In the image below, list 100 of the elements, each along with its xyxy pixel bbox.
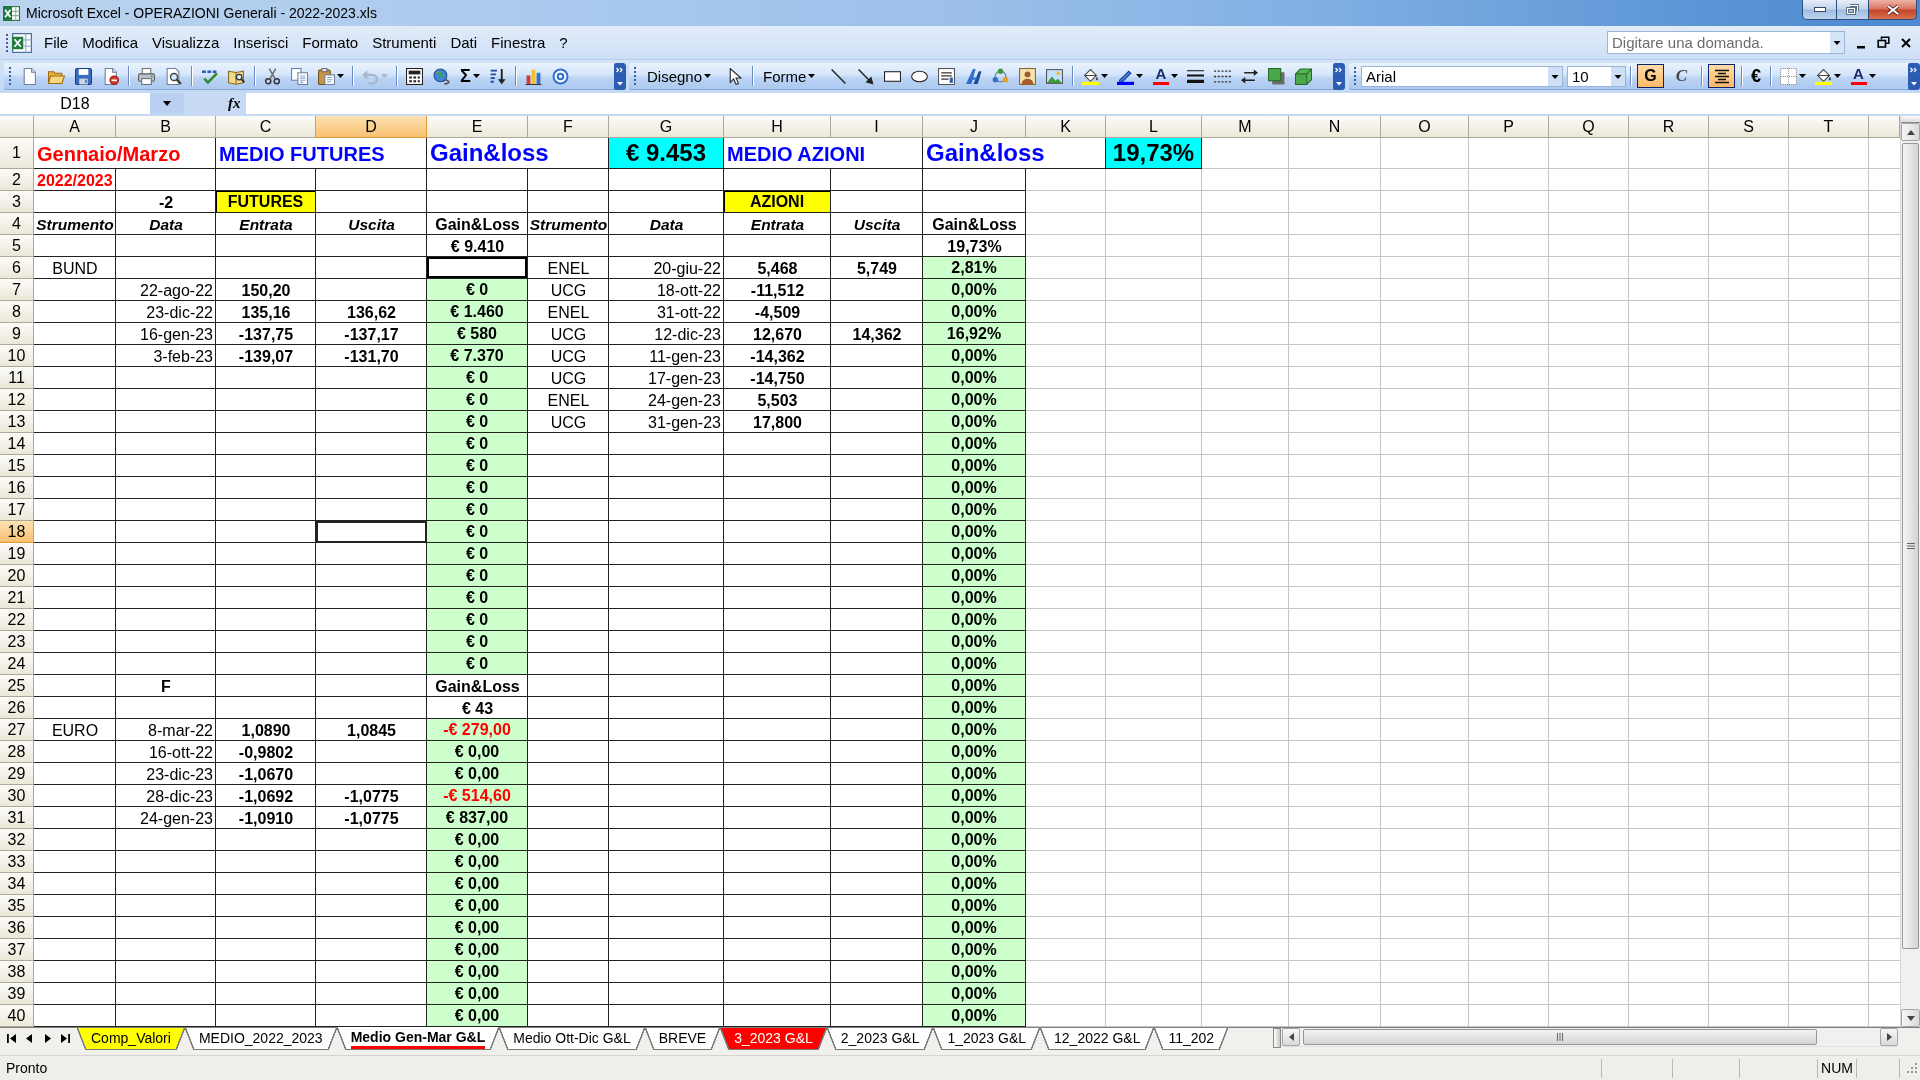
row-header[interactable]: 8 <box>0 301 34 323</box>
calculator-icon[interactable] <box>406 67 423 85</box>
active-cell[interactable] <box>316 521 427 543</box>
scroll-up-button[interactable] <box>1901 123 1920 141</box>
row-header[interactable]: 3 <box>0 191 34 213</box>
drag-handle-icon[interactable] <box>1353 66 1357 86</box>
column-header[interactable]: P <box>1469 116 1549 138</box>
menu-item[interactable]: Finestra <box>485 32 552 53</box>
slanted-strokes-icon[interactable] <box>965 67 983 85</box>
column-header[interactable]: G <box>609 116 724 138</box>
sheet-tab[interactable]: 11_202 <box>1154 1027 1229 1050</box>
row-header[interactable]: 38 <box>0 961 34 983</box>
text-box-icon[interactable] <box>938 67 956 85</box>
row-header[interactable]: 31 <box>0 807 34 829</box>
menu-item[interactable]: Modifica <box>76 32 145 53</box>
next-sheet-icon[interactable] <box>43 1033 52 1043</box>
column-header[interactable]: K <box>1026 116 1106 138</box>
formula-field[interactable] <box>246 93 1920 114</box>
row-header[interactable]: 32 <box>0 829 34 851</box>
row-header[interactable]: 13 <box>0 411 34 433</box>
vertical-scrollbar[interactable] <box>1900 116 1920 1027</box>
chevron-dropdown-icon[interactable] <box>1908 62 1920 90</box>
scroll-right-button[interactable] <box>1880 1028 1898 1046</box>
column-header[interactable]: D <box>316 116 427 138</box>
row-header[interactable]: 16 <box>0 477 34 499</box>
row-header[interactable]: 4 <box>0 213 34 235</box>
menu-item[interactable]: Visualizza <box>146 32 226 53</box>
shadow-square-icon[interactable] <box>1268 67 1286 85</box>
row-header[interactable]: 1 <box>0 138 34 169</box>
column-header[interactable]: N <box>1289 116 1381 138</box>
column-header[interactable]: T <box>1789 116 1869 138</box>
scroll-thumb[interactable] <box>1902 143 1919 949</box>
printer-icon[interactable] <box>138 67 155 85</box>
page-minus-badge-icon[interactable] <box>102 67 119 85</box>
row-header[interactable]: 36 <box>0 917 34 939</box>
first-sheet-icon[interactable] <box>7 1033 16 1043</box>
column-header[interactable]: S <box>1709 116 1789 138</box>
pen-icon[interactable] <box>1117 67 1135 85</box>
restore-button[interactable] <box>1837 0 1869 20</box>
row-header[interactable]: 19 <box>0 543 34 565</box>
cube-icon[interactable] <box>1295 67 1313 85</box>
chevron-dropdown-icon[interactable] <box>1333 62 1345 90</box>
column-header[interactable]: H <box>724 116 831 138</box>
drag-handle-icon[interactable] <box>633 66 637 86</box>
sheet-tab[interactable]: 1_2023 G&L <box>933 1027 1041 1050</box>
center-align-button[interactable] <box>1708 64 1735 88</box>
row-header[interactable]: 5 <box>0 235 34 257</box>
row-header[interactable]: 20 <box>0 565 34 587</box>
sheet-tab[interactable]: Comp_Valori <box>77 1027 185 1050</box>
column-header[interactable]: M <box>1202 116 1289 138</box>
row-header[interactable]: 17 <box>0 499 34 521</box>
close-button[interactable] <box>1869 0 1917 20</box>
row-header[interactable]: 14 <box>0 433 34 455</box>
row-header[interactable]: 28 <box>0 741 34 763</box>
sheet-tab[interactable]: 3_2023 G&L <box>720 1027 827 1050</box>
column-header[interactable]: E <box>427 116 528 138</box>
row-header[interactable]: 2 <box>0 169 34 191</box>
row-header[interactable]: 24 <box>0 653 34 675</box>
caret-icon[interactable] <box>472 74 480 78</box>
row-header[interactable]: 35 <box>0 895 34 917</box>
caret-icon[interactable] <box>1869 74 1876 78</box>
row-header[interactable]: 12 <box>0 389 34 411</box>
row-header[interactable]: 7 <box>0 279 34 301</box>
sheet-tab[interactable]: 12_2022 G&L <box>1040 1027 1155 1050</box>
row-header[interactable]: 23 <box>0 631 34 653</box>
book-magnifier-icon[interactable] <box>228 67 245 85</box>
caret-icon[interactable] <box>1101 74 1109 78</box>
clipboard-icon[interactable] <box>318 67 335 85</box>
sheet-tab[interactable]: MEDIO_2022_2023 <box>184 1027 337 1050</box>
spreadsheet-app-icon[interactable] <box>3 4 20 22</box>
row-header[interactable]: 33 <box>0 851 34 873</box>
row-header[interactable]: 26 <box>0 697 34 719</box>
drag-handle-icon[interactable] <box>5 32 9 53</box>
help-question-field[interactable]: Digitare una domanda. <box>1607 31 1845 54</box>
globe-icon[interactable] <box>433 67 450 85</box>
caret-icon[interactable] <box>1834 74 1841 78</box>
autosum-button[interactable]: Σ <box>455 65 476 87</box>
row-header[interactable]: 10 <box>0 345 34 367</box>
ring-icon[interactable] <box>551 67 569 85</box>
column-header[interactable]: R <box>1629 116 1709 138</box>
sheet-tab[interactable]: BREVE <box>644 1027 721 1050</box>
sheet-tab[interactable]: Medio Gen-Mar G&L <box>336 1027 500 1050</box>
font-name-field[interactable]: Arial <box>1361 65 1563 87</box>
paint-bucket-icon[interactable] <box>1815 67 1832 85</box>
sheet-tab[interactable]: Medio Ott-Dic G&L <box>499 1027 645 1050</box>
row-header[interactable]: 29 <box>0 763 34 785</box>
tab-split-handle[interactable] <box>1273 1028 1281 1048</box>
row-header[interactable]: 39 <box>0 983 34 1005</box>
arrow-icon[interactable] <box>857 67 875 85</box>
lines-down-arrow-icon[interactable] <box>488 67 506 85</box>
insert-function-button[interactable]: fx <box>228 93 244 114</box>
menu-item[interactable]: Dati <box>444 32 484 53</box>
previous-sheet-icon[interactable] <box>25 1033 34 1043</box>
row-header[interactable]: 27 <box>0 719 34 741</box>
page-magnifier-icon[interactable] <box>165 67 182 85</box>
new-document-icon[interactable] <box>21 67 38 85</box>
column-header[interactable]: I <box>831 116 923 138</box>
currency-button[interactable]: € <box>1746 65 1766 87</box>
column-header[interactable]: C <box>216 116 316 138</box>
column-header[interactable]: O <box>1381 116 1469 138</box>
